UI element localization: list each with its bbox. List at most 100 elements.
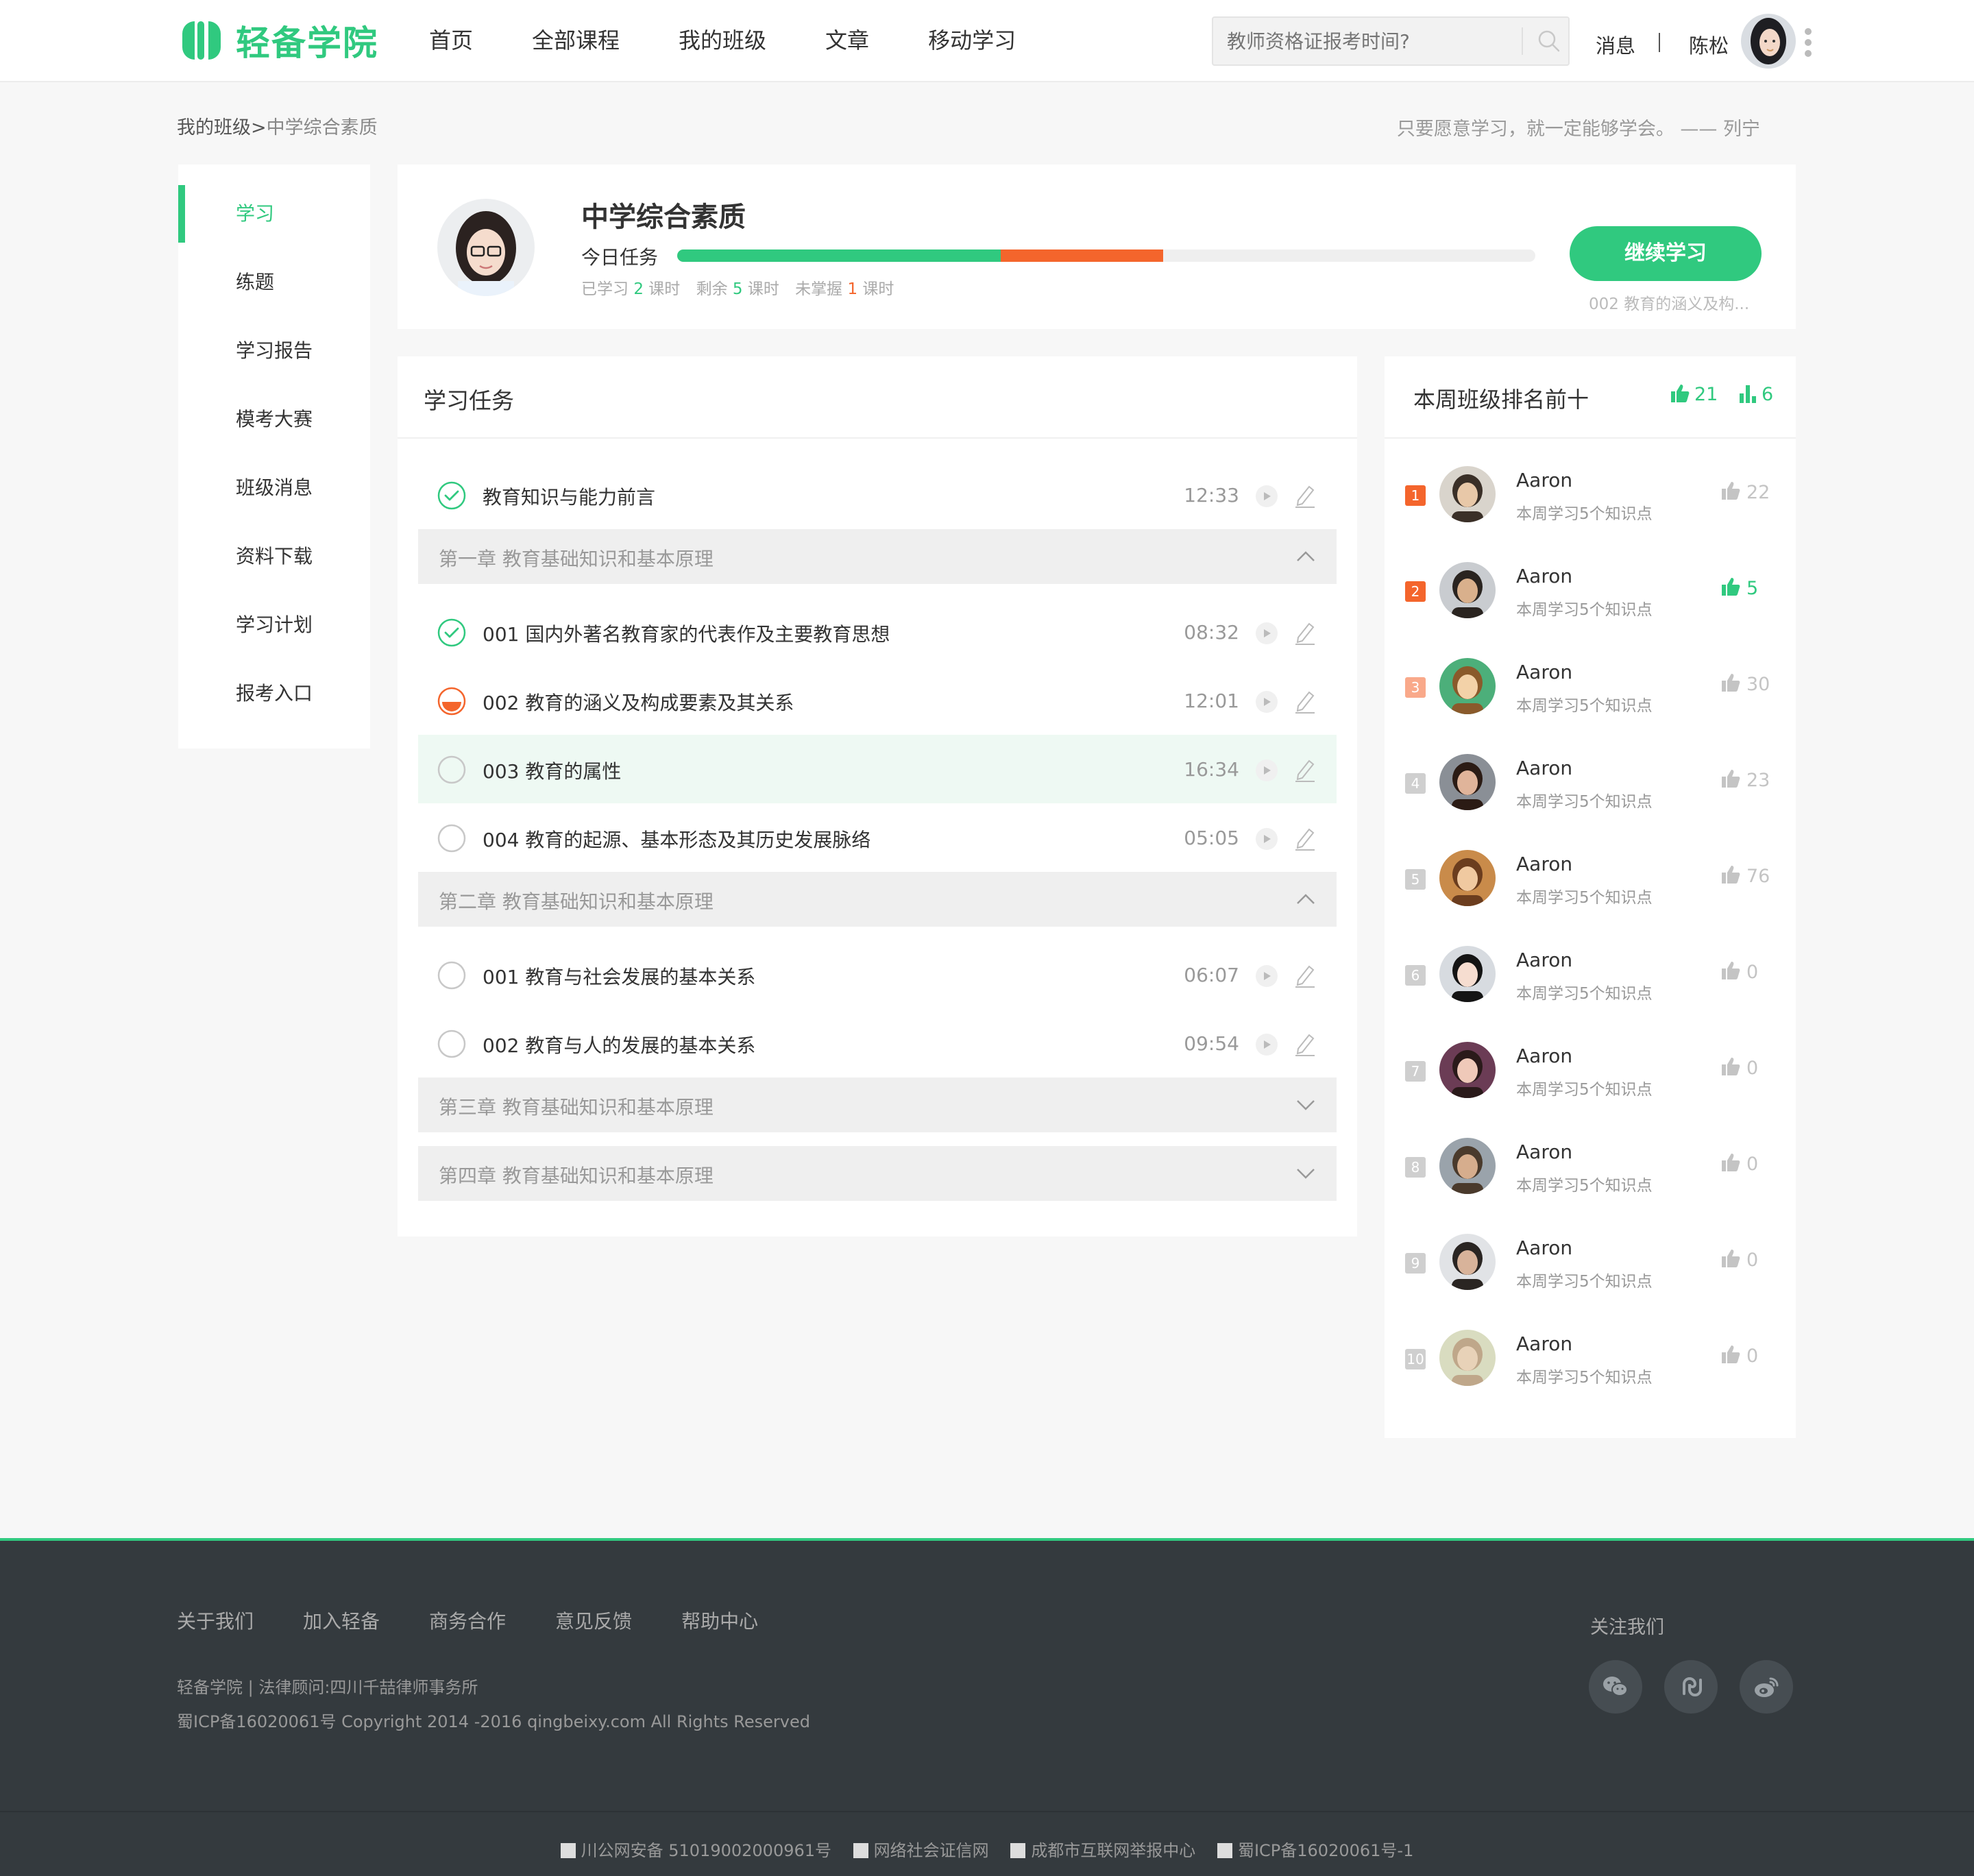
rank-user-name[interactable]: Aaron (1516, 661, 1572, 683)
chevron-up-icon[interactable] (1295, 548, 1316, 565)
play-icon[interactable] (1256, 691, 1278, 713)
avatar[interactable] (1439, 1042, 1496, 1098)
nav-item-mobile[interactable]: 移动学习 (928, 25, 1016, 56)
menu-item-report[interactable]: 学习报告 (178, 322, 370, 380)
rank-user-name[interactable]: Aaron (1516, 853, 1572, 875)
ranking-row[interactable]: 5 Aaron 本周学习5个知识点 76 (1385, 829, 1796, 925)
edit-icon[interactable] (1293, 483, 1317, 509)
edit-icon[interactable] (1293, 1031, 1317, 1057)
rank-user-name[interactable]: Aaron (1516, 1045, 1572, 1067)
task-row[interactable]: 003 教育的属性 16:34 (418, 735, 1337, 803)
avatar[interactable] (1439, 1330, 1496, 1386)
menu-item-class-news[interactable]: 班级消息 (178, 459, 370, 517)
rank-user-name[interactable]: Aaron (1516, 1237, 1572, 1259)
ranking-row[interactable]: 9 Aaron 本周学习5个知识点 0 (1385, 1213, 1796, 1309)
edit-icon[interactable] (1293, 688, 1317, 714)
wechat-icon[interactable] (1589, 1660, 1642, 1714)
breadcrumb-parent[interactable]: 我的班级 (177, 117, 251, 138)
nav-item-articles[interactable]: 文章 (825, 25, 869, 56)
menu-item-practice[interactable]: 练题 (178, 254, 370, 311)
avatar[interactable] (1439, 1138, 1496, 1194)
ranking-row[interactable]: 8 Aaron 本周学习5个知识点 0 (1385, 1117, 1796, 1213)
task-row[interactable]: 002 教育的涵义及构成要素及其关系 12:01 (418, 666, 1337, 735)
badge-police[interactable]: 川公网安备 51019002000961号 (560, 1837, 831, 1861)
avatar[interactable] (1439, 658, 1496, 714)
task-row[interactable]: 001 教育与社会发展的基本关系 06:07 (418, 940, 1337, 1009)
ranking-row[interactable]: 3 Aaron 本周学习5个知识点 30 (1385, 637, 1796, 733)
like-button[interactable]: 76 (1720, 865, 1770, 887)
ranking-row[interactable]: 2 Aaron 本周学习5个知识点 5 (1385, 541, 1796, 637)
nav-item-courses[interactable]: 全部课程 (532, 25, 620, 56)
menu-item-downloads[interactable]: 资料下载 (178, 528, 370, 585)
ranking-row[interactable]: 10 Aaron 本周学习5个知识点 0 (1385, 1309, 1796, 1405)
task-row[interactable]: 002 教育与人的发展的基本关系 09:54 (418, 1009, 1337, 1077)
edit-icon[interactable] (1293, 757, 1317, 783)
link-icon[interactable] (1664, 1660, 1718, 1714)
footer-link-join[interactable]: 加入轻备 (303, 1607, 380, 1634)
footer-link-business[interactable]: 商务合作 (429, 1607, 506, 1634)
like-button[interactable]: 0 (1720, 961, 1758, 983)
avatar[interactable] (1439, 466, 1496, 522)
play-icon[interactable] (1256, 965, 1278, 987)
chevron-down-icon[interactable] (1295, 1165, 1316, 1182)
play-icon[interactable] (1256, 828, 1278, 850)
edit-icon[interactable] (1293, 962, 1317, 988)
rank-user-name[interactable]: Aaron (1516, 1141, 1572, 1163)
logo[interactable]: 轻备学院 (177, 16, 378, 64)
play-icon[interactable] (1256, 759, 1278, 781)
ranking-row[interactable]: 1 Aaron 本周学习5个知识点 22 (1385, 446, 1796, 541)
like-button[interactable]: 0 (1720, 1153, 1758, 1175)
like-button[interactable]: 0 (1720, 1057, 1758, 1079)
play-icon[interactable] (1256, 622, 1278, 644)
weibo-icon[interactable] (1740, 1660, 1793, 1714)
chapter-header[interactable]: 第四章 教育基础知识和基本原理 (418, 1146, 1337, 1201)
continue-study-button[interactable]: 继续学习 (1570, 226, 1762, 281)
ranking-row[interactable]: 7 Aaron 本周学习5个知识点 0 (1385, 1021, 1796, 1117)
chapter-header[interactable]: 第一章 教育基础知识和基本原理 (418, 529, 1337, 584)
rank-user-name[interactable]: Aaron (1516, 469, 1572, 491)
rank-user-name[interactable]: Aaron (1516, 757, 1572, 779)
like-button[interactable]: 30 (1720, 673, 1770, 695)
menu-item-study[interactable]: 学习 (178, 185, 370, 243)
chevron-up-icon[interactable] (1295, 891, 1316, 907)
like-button[interactable]: 5 (1720, 577, 1758, 599)
edit-icon[interactable] (1293, 620, 1317, 646)
badge-report-center[interactable]: 成都市互联网举报中心 (1010, 1837, 1195, 1861)
ranking-row[interactable]: 4 Aaron 本周学习5个知识点 23 (1385, 733, 1796, 829)
ranking-row[interactable]: 6 Aaron 本周学习5个知识点 0 (1385, 925, 1796, 1021)
avatar[interactable] (1439, 754, 1496, 810)
rank-user-name[interactable]: Aaron (1516, 1332, 1572, 1355)
chapter-header[interactable]: 第三章 教育基础知识和基本原理 (418, 1077, 1337, 1132)
play-icon[interactable] (1256, 485, 1278, 507)
like-button[interactable]: 23 (1720, 769, 1770, 791)
menu-item-plan[interactable]: 学习计划 (178, 596, 370, 654)
user-avatar[interactable] (1741, 14, 1796, 69)
avatar[interactable] (1439, 946, 1496, 1002)
avatar[interactable] (1439, 1234, 1496, 1290)
like-button[interactable]: 0 (1720, 1345, 1758, 1367)
nav-item-my-class[interactable]: 我的班级 (679, 25, 766, 56)
user-name[interactable]: 陈松 (1689, 30, 1729, 59)
footer-link-about[interactable]: 关于我们 (177, 1607, 254, 1634)
nav-item-home[interactable]: 首页 (429, 25, 473, 56)
more-menu-icon[interactable] (1804, 27, 1812, 58)
task-row[interactable]: 教育知识与能力前言 12:33 (418, 461, 1337, 529)
task-row[interactable]: 004 教育的起源、基本形态及其历史发展脉络 05:05 (418, 803, 1337, 872)
play-icon[interactable] (1256, 1034, 1278, 1056)
menu-item-registration[interactable]: 报考入口 (178, 665, 370, 722)
footer-link-feedback[interactable]: 意见反馈 (555, 1607, 632, 1634)
rank-user-name[interactable]: Aaron (1516, 565, 1572, 587)
ranking-likes[interactable]: 21 (1670, 384, 1718, 405)
badge-credit[interactable]: 网络社会证信网 (853, 1837, 989, 1861)
search-icon[interactable] (1535, 27, 1563, 55)
avatar[interactable] (1439, 850, 1496, 906)
like-button[interactable]: 0 (1720, 1249, 1758, 1271)
badge-icp[interactable]: 蜀ICP备16020061号-1 (1217, 1837, 1413, 1861)
ranking-stats[interactable]: 6 (1738, 384, 1773, 405)
chevron-down-icon[interactable] (1295, 1097, 1316, 1113)
like-button[interactable]: 22 (1720, 481, 1770, 503)
avatar[interactable] (1439, 562, 1496, 618)
footer-link-help[interactable]: 帮助中心 (681, 1607, 758, 1634)
messages-link[interactable]: 消息 (1596, 30, 1635, 59)
search-input[interactable] (1227, 18, 1515, 64)
